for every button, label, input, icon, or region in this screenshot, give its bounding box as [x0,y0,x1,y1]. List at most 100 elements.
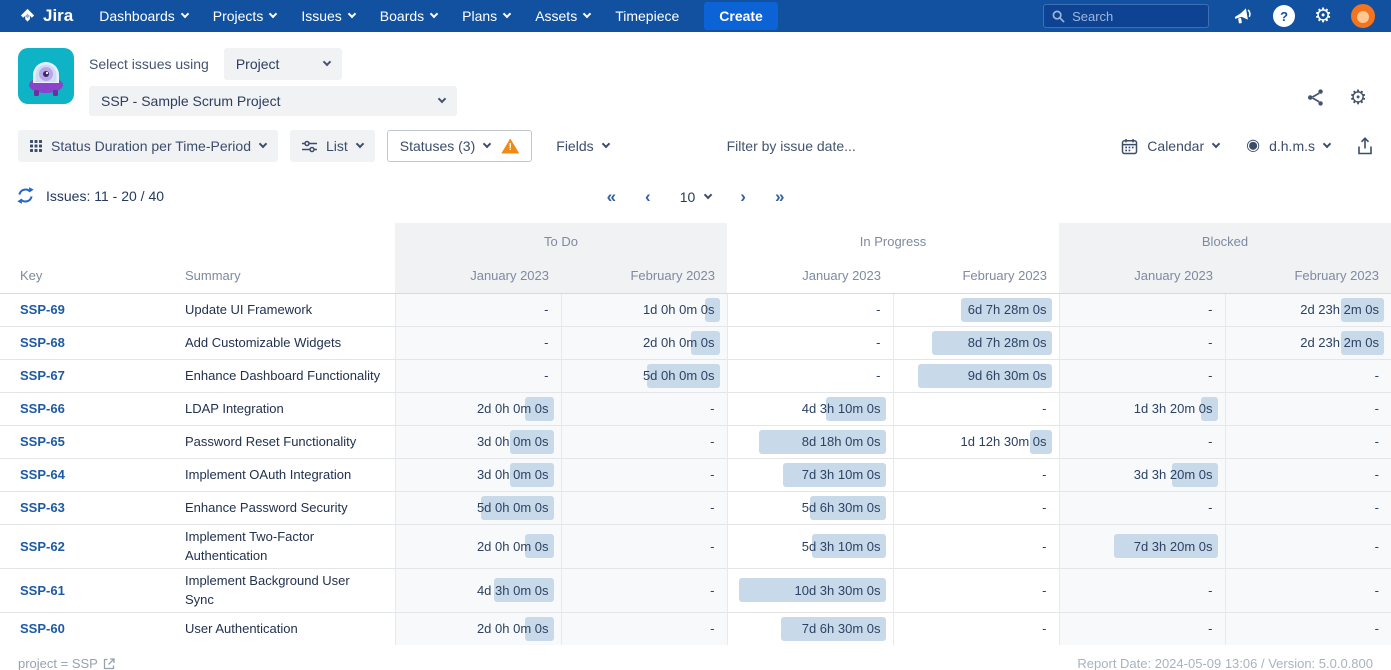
calendar-select[interactable]: Calendar [1121,138,1219,155]
nav-item-timepiece[interactable]: Timepiece [615,8,679,24]
announcement-icon[interactable] [1233,7,1254,26]
duration-value: 7d 3h 10m 0s [802,467,881,482]
report-type-select[interactable]: Status Duration per Time-Period [18,130,278,162]
issue-summary-cell: Add Customizable Widgets [185,326,395,359]
duration-value: - [1375,583,1379,598]
issue-key-link[interactable]: SSP-68 [20,335,65,350]
column-group-in-progress: In Progress [727,223,1059,259]
duration-cell: 7d 6h 30m 0s [727,612,893,645]
chevron-down-icon [1323,140,1331,148]
view-select[interactable]: List [290,130,375,162]
duration-value: 3d 0h 0m 0s [477,467,549,482]
search-icon [1052,10,1065,23]
nav-item-label: Assets [535,8,577,24]
duration-value: - [1375,539,1379,554]
user-avatar[interactable] [1351,4,1375,28]
duration-value: - [710,500,714,515]
table-row: SSP-63Enhance Password Security5d 0h 0m … [0,491,1391,524]
calendar-value: Calendar [1147,138,1204,154]
chevron-down-icon [601,140,609,148]
duration-value: - [1375,621,1379,636]
last-page-button[interactable]: » [775,183,784,211]
duration-value: 5d 6h 30m 0s [802,500,881,515]
issue-key-link[interactable]: SSP-69 [20,302,65,317]
chevron-down-icon [503,10,511,18]
duration-cell: - [727,293,893,326]
create-button[interactable]: Create [704,2,778,30]
duration-value: - [1208,335,1212,350]
page-size-select[interactable]: 10 [680,189,712,205]
help-icon[interactable]: ? [1273,5,1295,27]
duration-value: - [876,302,880,317]
duration-value: 8d 7h 28m 0s [968,335,1047,350]
export-icon[interactable] [1357,137,1373,155]
issue-key-link[interactable]: SSP-60 [20,621,65,636]
duration-cell: 4d 3h 0m 0s [395,568,561,612]
month-column-header: February 2023 [561,259,727,293]
nav-item-dashboards[interactable]: Dashboards [99,8,188,24]
issue-key-link[interactable]: SSP-63 [20,500,65,515]
nav-item-label: Projects [213,8,264,24]
issue-key-link[interactable]: SSP-62 [20,539,65,554]
duration-value: - [1208,621,1212,636]
issue-date-filter[interactable]: Filter by issue date... [727,138,856,154]
search-box[interactable] [1043,4,1209,28]
issue-key-cell: SSP-62 [0,524,185,568]
warning-icon [501,139,519,154]
duration-value: 2d 0h 0m 0s [477,401,549,416]
duration-value: - [710,434,714,449]
duration-value: - [876,368,880,383]
nav-item-assets[interactable]: Assets [535,8,590,24]
table-row: SSP-60User Authentication2d 0h 0m 0s-7d … [0,612,1391,645]
nav-item-boards[interactable]: Boards [380,8,437,24]
duration-value: - [1208,500,1212,515]
issue-key-cell: SSP-61 [0,568,185,612]
issue-key-link[interactable]: SSP-64 [20,467,65,482]
next-page-button[interactable]: › [740,183,746,211]
duration-value: - [1042,621,1046,636]
issue-key-link[interactable]: SSP-61 [20,583,65,598]
duration-format-select[interactable]: ◉ d.h.m.s [1246,138,1330,154]
report-info: Report Date: 2024-05-09 13:06 / Version:… [1077,656,1373,670]
month-column-header: January 2023 [1059,259,1225,293]
nav-item-projects[interactable]: Projects [213,8,277,24]
chevron-down-icon [430,10,438,18]
duration-value: - [1042,539,1046,554]
admin-gear-icon[interactable]: ⚙ [1314,6,1332,26]
refresh-icon[interactable] [16,186,35,205]
jira-logo[interactable]: Jira [18,6,73,26]
issues-count-label: Issues: 11 - 20 / 40 [46,188,164,204]
group-header-row: To Do In Progress Blocked [0,223,1391,259]
calendar-icon [1121,138,1138,155]
issue-key-link[interactable]: SSP-67 [20,368,65,383]
table-row: SSP-65Password Reset Functionality3d 0h … [0,425,1391,458]
column-header-row: Key Summary January 2023 February 2023 J… [0,259,1391,293]
nav-item-issues[interactable]: Issues [301,8,354,24]
first-page-button[interactable]: « [607,183,616,211]
duration-cell: 5d 0h 0m 0s [395,491,561,524]
duration-value: - [1375,434,1379,449]
issue-key-link[interactable]: SSP-66 [20,401,65,416]
project-select[interactable]: SSP - Sample Scrum Project [89,86,457,116]
duration-value: - [1042,401,1046,416]
prev-page-button[interactable]: ‹ [645,183,651,211]
statuses-select[interactable]: Statuses (3) [387,130,532,162]
issue-source-select[interactable]: Project [224,48,342,80]
duration-cell: - [893,491,1059,524]
duration-value: - [1375,500,1379,515]
issue-summary-cell: LDAP Integration [185,392,395,425]
search-input[interactable] [1072,9,1200,24]
duration-cell: 4d 3h 10m 0s [727,392,893,425]
duration-cell: - [395,326,561,359]
nav-item-plans[interactable]: Plans [462,8,510,24]
issue-key-link[interactable]: SSP-65 [20,434,65,449]
share-icon[interactable] [1306,88,1325,108]
duration-cell: 2d 0h 0m 0s [395,612,561,645]
duration-value: - [1375,467,1379,482]
fields-select[interactable]: Fields [544,130,620,162]
report-type-value: Status Duration per Time-Period [51,138,251,154]
page-size-value: 10 [680,189,696,205]
duration-cell: - [561,392,727,425]
report-settings-icon[interactable]: ⚙ [1349,88,1367,108]
jql-link[interactable]: project = SSP [18,656,115,670]
